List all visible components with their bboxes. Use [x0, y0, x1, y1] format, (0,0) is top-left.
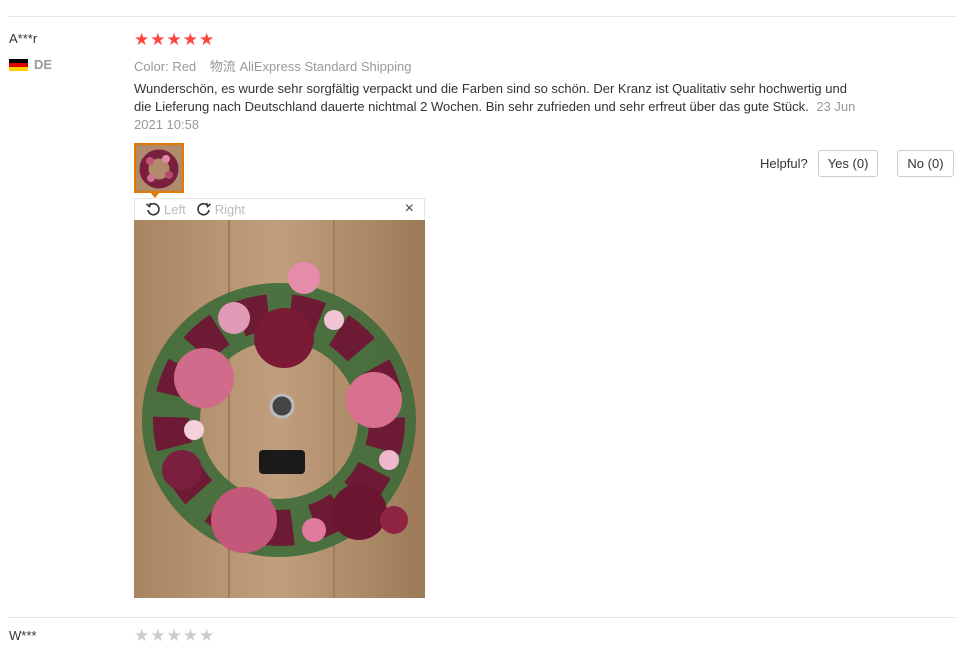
top-divider [8, 16, 956, 17]
rotate-right-icon [196, 202, 211, 216]
rotate-right-button[interactable]: Right [196, 201, 245, 217]
rating-stars: ★ ★ ★ ★ ★ [134, 31, 214, 49]
star-icon: ★ [182, 30, 198, 49]
star-icon: ★ [166, 626, 182, 645]
rotate-left-button[interactable]: Left [145, 201, 186, 217]
country-code: DE [34, 57, 53, 72]
shipping-value: AliExpress Standard Shipping [239, 59, 412, 74]
helpful-no-button[interactable]: No (0) [897, 150, 954, 177]
germany-flag-icon [9, 58, 28, 71]
reviewer-name: A***r [9, 31, 38, 46]
rotate-right-label: Right [214, 201, 246, 217]
reviewer-country: DE [9, 57, 52, 72]
review-meta: Color: Red 物流 AliExpress Standard Shippi… [134, 56, 411, 75]
rotate-left-icon [145, 202, 160, 216]
helpful-vote: Helpful? Yes (0) No (0) [760, 150, 954, 177]
star-icon: ★ [199, 626, 215, 645]
star-icon: ★ [134, 30, 150, 49]
shipping-label: 物流 [209, 59, 236, 74]
star-icon: ★ [182, 626, 198, 645]
review-body: Wunderschön, es wurde sehr sorgfältig ve… [134, 80, 859, 134]
next-rating-stars: ★ ★ ★ ★ ★ [134, 627, 214, 645]
star-icon: ★ [150, 626, 166, 645]
color-label: Color: [134, 59, 169, 74]
bottom-divider [8, 617, 956, 618]
review-photo-thumbnail[interactable] [134, 143, 184, 193]
color-value: Red [172, 59, 197, 74]
helpful-label: Helpful? [760, 156, 808, 171]
photo-viewer-toolbar: Left Right × [134, 198, 425, 219]
review-photo-large [134, 220, 425, 598]
star-icon: ★ [166, 30, 182, 49]
review-text: Wunderschön, es wurde sehr sorgfältig ve… [134, 81, 847, 114]
helpful-yes-button[interactable]: Yes (0) [817, 150, 879, 177]
close-icon[interactable]: × [405, 201, 414, 217]
star-icon: ★ [150, 30, 166, 49]
rotate-left-label: Left [164, 201, 186, 217]
star-icon: ★ [134, 626, 150, 645]
star-icon: ★ [199, 30, 215, 49]
